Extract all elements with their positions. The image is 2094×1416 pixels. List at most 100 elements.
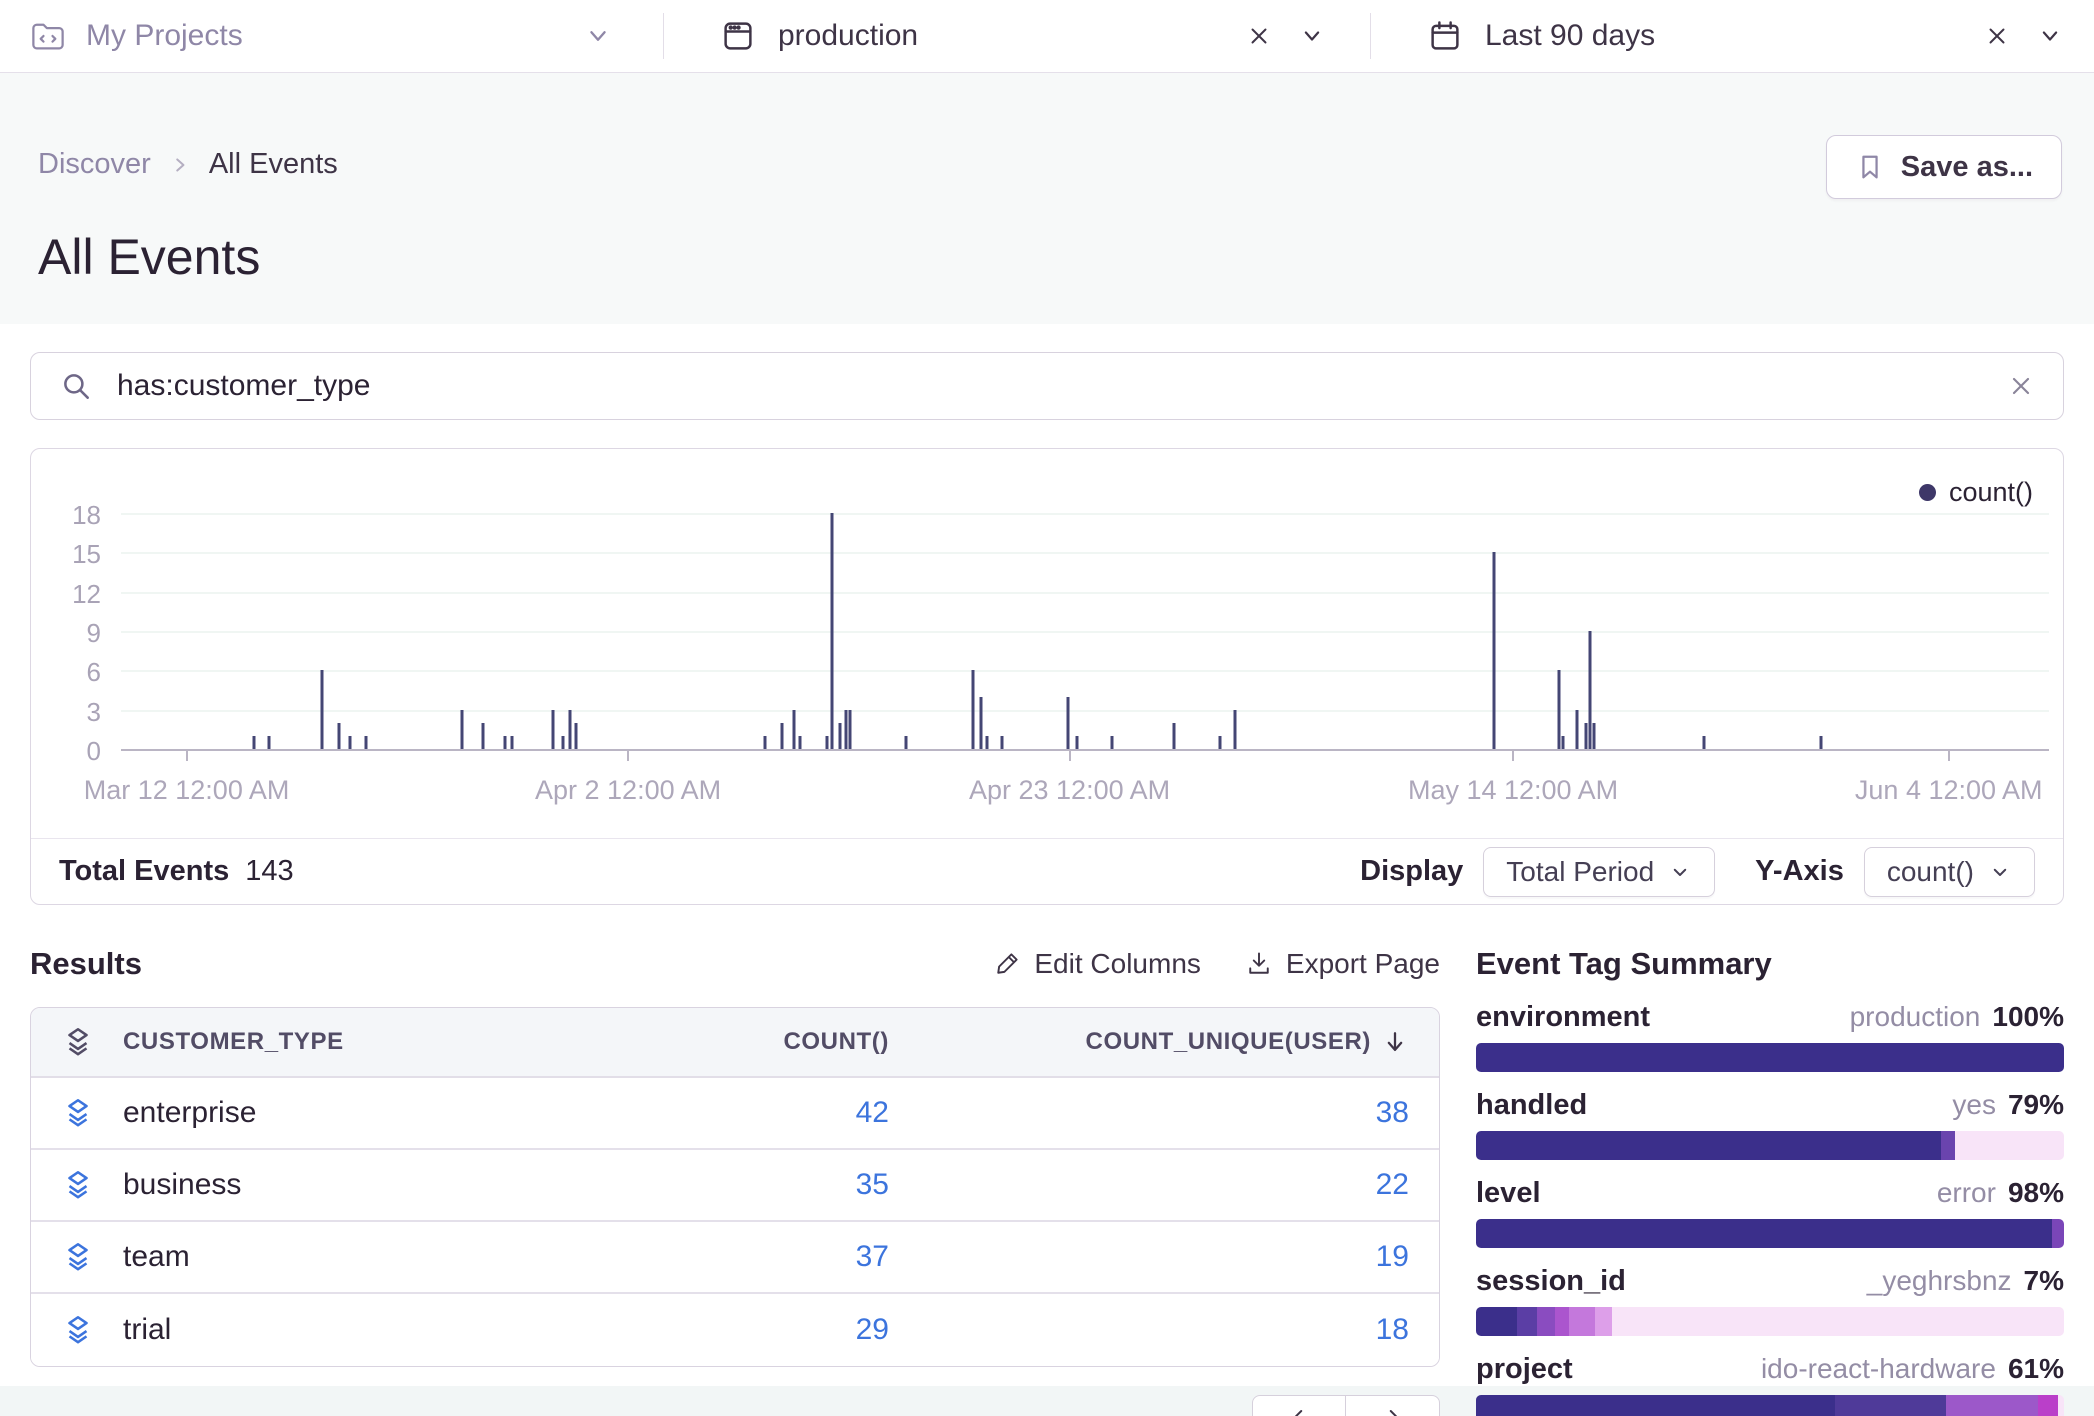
chart-bar[interactable]	[461, 710, 464, 749]
table-row[interactable]: enterprise4238	[31, 1078, 1439, 1150]
chart-bar[interactable]	[1702, 736, 1705, 749]
chart-bar[interactable]	[1110, 736, 1113, 749]
cell-count-unique-user-link[interactable]: 38	[889, 1096, 1409, 1130]
chart-bar[interactable]	[1076, 736, 1079, 749]
clear-date-icon[interactable]	[1984, 23, 2010, 49]
sort-desc-arrow-icon[interactable]	[1381, 1028, 1409, 1056]
column-header-count-unique-user[interactable]: COUNT_UNIQUE(USER)	[1086, 1028, 1371, 1056]
chart-bar[interactable]	[844, 710, 847, 749]
chevron-down-icon	[1988, 860, 2012, 884]
tag-key: project	[1476, 1353, 1573, 1385]
chart-bar[interactable]	[1592, 723, 1595, 749]
chart-bar[interactable]	[848, 710, 851, 749]
export-page-label: Export Page	[1286, 948, 1440, 980]
results-table: CUSTOMER_TYPE COUNT() COUNT_UNIQUE(USER)…	[30, 1007, 1440, 1367]
chart-bar[interactable]	[985, 736, 988, 749]
clear-search-icon[interactable]	[2007, 372, 2035, 400]
chart-bar[interactable]	[551, 710, 554, 749]
tag-bar-segment	[2052, 1219, 2064, 1248]
chart-bar[interactable]	[798, 736, 801, 749]
chart-bar[interactable]	[364, 736, 367, 749]
tag-bar-segment	[1555, 1307, 1569, 1336]
export-page-button[interactable]: Export Page	[1245, 948, 1440, 980]
chart-bar[interactable]	[1001, 736, 1004, 749]
pagination-previous-button[interactable]	[1252, 1395, 1346, 1416]
table-row[interactable]: team3719	[31, 1222, 1439, 1294]
chart-footer: Total Events 143 Display Total Period Y-…	[31, 838, 2063, 904]
y-axis-label: 12	[29, 581, 101, 607]
chart-bar[interactable]	[1589, 631, 1592, 749]
chart-bar[interactable]	[1585, 723, 1588, 749]
chart-bar[interactable]	[253, 736, 256, 749]
chart-bar[interactable]	[831, 513, 834, 749]
tag-distribution-bar[interactable]	[1476, 1395, 2064, 1416]
chart-bar[interactable]	[349, 736, 352, 749]
tag-bar-segment	[1476, 1219, 2052, 1248]
pagination-next-button[interactable]	[1346, 1395, 1440, 1416]
tag-top-value: error	[1937, 1177, 1996, 1209]
chart-bar[interactable]	[825, 736, 828, 749]
chart-bar[interactable]	[268, 736, 271, 749]
cell-customer-type: trial	[61, 1313, 559, 1347]
y-axis-label: 6	[29, 659, 101, 685]
cell-count-unique-user-link[interactable]: 19	[889, 1240, 1409, 1274]
chart-bar[interactable]	[972, 670, 975, 749]
tag-entry-level: levelerror98%	[1476, 1177, 2064, 1248]
results-section: Results Edit Columns Export Page	[30, 941, 1440, 1416]
chart-bar[interactable]	[561, 736, 564, 749]
chart-bar[interactable]	[503, 736, 506, 749]
display-select[interactable]: Total Period	[1483, 847, 1715, 897]
breadcrumb-discover-link[interactable]: Discover	[38, 148, 151, 181]
table-row[interactable]: business3522	[31, 1150, 1439, 1222]
tag-distribution-bar[interactable]	[1476, 1219, 2064, 1248]
chart-bar[interactable]	[1066, 697, 1069, 749]
chart-bar[interactable]	[1558, 670, 1561, 749]
chart-bar[interactable]	[1172, 723, 1175, 749]
column-header-customer-type[interactable]: CUSTOMER_TYPE	[123, 1028, 344, 1056]
chart-bar[interactable]	[569, 710, 572, 749]
chart-bar[interactable]	[482, 723, 485, 749]
tag-distribution-bar[interactable]	[1476, 1131, 2064, 1160]
chart-bar[interactable]	[1820, 736, 1823, 749]
tag-distribution-bar[interactable]	[1476, 1307, 2064, 1336]
chart-bar[interactable]	[1218, 736, 1221, 749]
project-selector[interactable]: My Projects	[0, 0, 663, 72]
y-axis-label: 3	[29, 699, 101, 725]
chart-bar[interactable]	[763, 736, 766, 749]
chart-bar[interactable]	[792, 710, 795, 749]
date-range-filter[interactable]: Last 90 days	[1371, 0, 2094, 72]
chart-bar[interactable]	[337, 723, 340, 749]
chart-bar[interactable]	[1234, 710, 1237, 749]
cell-count-unique-user-link[interactable]: 22	[889, 1168, 1409, 1202]
chart-bar[interactable]	[1575, 710, 1578, 749]
environment-filter[interactable]: production	[664, 0, 1370, 72]
edit-columns-button[interactable]: Edit Columns	[993, 948, 1201, 980]
cell-count-unique-user-link[interactable]: 18	[889, 1313, 1409, 1347]
chart-bar[interactable]	[511, 736, 514, 749]
cell-count-link[interactable]: 29	[559, 1313, 889, 1347]
cell-count-link[interactable]: 37	[559, 1240, 889, 1274]
tag-bar-segment	[1517, 1307, 1537, 1336]
events-chart[interactable]: count() 0369121518Mar 12 12:00 AMApr 2 1…	[31, 449, 2063, 838]
tag-key: handled	[1476, 1089, 1587, 1121]
cell-count-link[interactable]: 42	[559, 1096, 889, 1130]
clear-environment-icon[interactable]	[1246, 23, 1272, 49]
search-input[interactable]	[115, 368, 1985, 404]
x-axis-label: Jun 4 12:00 AM	[1855, 775, 2043, 806]
chart-bar[interactable]	[781, 723, 784, 749]
chart-bar[interactable]	[1492, 552, 1495, 749]
cell-count-link[interactable]: 35	[559, 1168, 889, 1202]
chart-bar[interactable]	[320, 670, 323, 749]
chart-bar[interactable]	[979, 697, 982, 749]
column-header-count[interactable]: COUNT()	[559, 1028, 889, 1056]
search-icon	[59, 369, 93, 403]
chart-bar[interactable]	[904, 736, 907, 749]
chart-bar[interactable]	[1562, 736, 1565, 749]
save-as-button[interactable]: Save as...	[1826, 135, 2062, 199]
chart-bar[interactable]	[575, 723, 578, 749]
table-row[interactable]: trial2918	[31, 1294, 1439, 1366]
cell-customer-type: team	[61, 1240, 559, 1274]
yaxis-select[interactable]: count()	[1864, 847, 2035, 897]
tag-distribution-bar[interactable]	[1476, 1043, 2064, 1072]
chart-bar[interactable]	[839, 723, 842, 749]
